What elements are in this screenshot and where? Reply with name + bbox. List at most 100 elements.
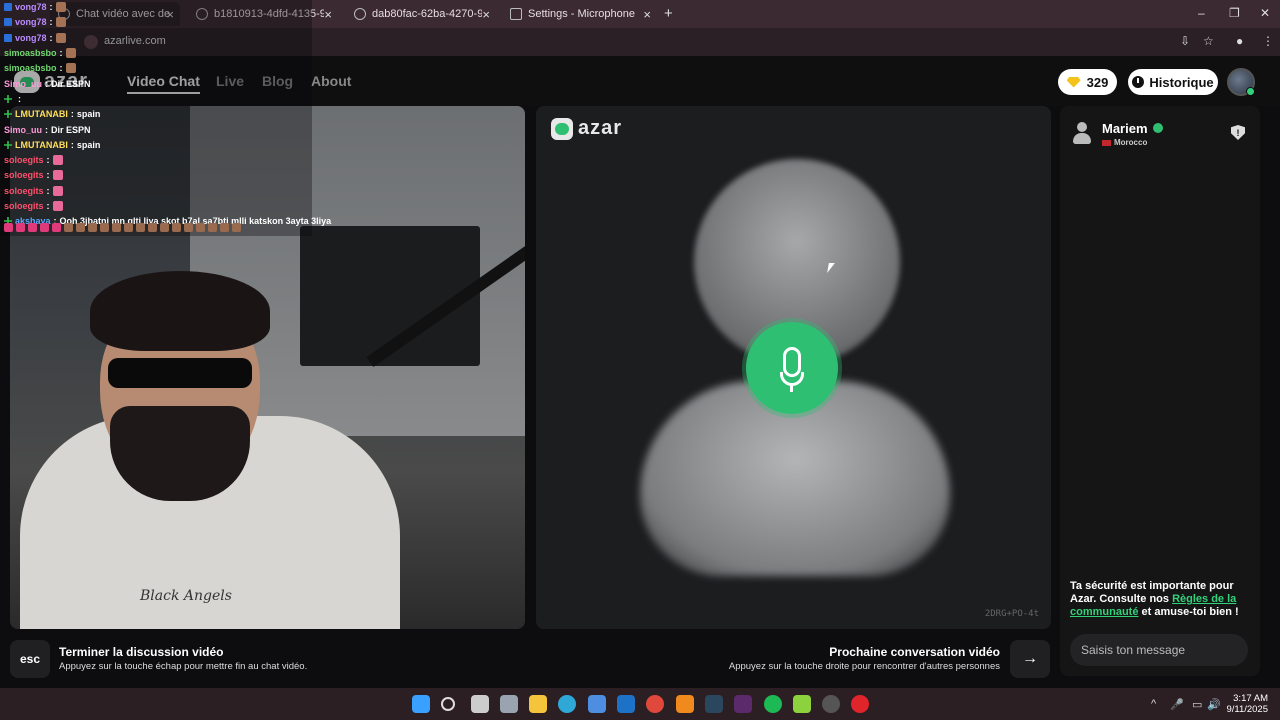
chat-badge-icon [4, 95, 12, 103]
chat-emote-icon [52, 223, 61, 232]
avatar-body [1073, 133, 1091, 144]
chat-username: soloegits [4, 201, 44, 211]
chat-emote-icon [220, 223, 229, 232]
history-button[interactable]: Historique [1128, 69, 1218, 95]
browser-menu-icon[interactable]: ⋮ [1262, 34, 1274, 48]
chat-badge-icon [4, 3, 12, 11]
chat-message: : [4, 94, 21, 104]
chat-separator: : [49, 17, 53, 27]
android-studio-icon[interactable] [793, 695, 811, 713]
nav-about[interactable]: About [311, 73, 351, 89]
chat-message: simoasbsbo: [4, 63, 76, 73]
tray-display-icon[interactable]: ▭ [1192, 698, 1202, 711]
minimize-button[interactable]: – [1198, 6, 1205, 20]
chat-text: Dir ESPN [51, 125, 91, 135]
azar-logo-icon [551, 117, 573, 140]
tab-label: Settings - Microphone [528, 8, 635, 20]
chat-separator: : [45, 79, 49, 89]
close-window-button[interactable]: ✕ [1260, 6, 1270, 20]
chat-emote-icon [172, 223, 181, 232]
chat-separator: : [46, 186, 50, 196]
chat-separator: : [59, 63, 63, 73]
chat-emote-icon [28, 223, 37, 232]
chat-message: soloegits: [4, 155, 63, 165]
opera-icon[interactable] [851, 695, 869, 713]
spotify-icon[interactable] [764, 695, 782, 713]
chat-username: soloegits [4, 186, 44, 196]
install-app-icon[interactable]: ⇩ [1180, 34, 1190, 48]
report-shield-icon[interactable]: ! [1231, 125, 1245, 140]
store-icon[interactable] [588, 695, 606, 713]
chat-emote-icon [65, 48, 76, 58]
new-tab-button[interactable]: + [664, 5, 673, 22]
morocco-flag-icon [1102, 139, 1111, 146]
start-icon[interactable] [412, 695, 430, 713]
chat-badge-icon [4, 34, 12, 42]
search-icon[interactable] [441, 697, 455, 711]
settings-icon[interactable] [500, 695, 518, 713]
tab-close-icon[interactable]: × [324, 7, 332, 22]
profile-icon[interactable]: ● [1236, 34, 1243, 48]
peer-avatar-icon [1072, 122, 1092, 146]
user-avatar[interactable] [1227, 68, 1255, 96]
tray-volume-icon[interactable]: 🔊 [1207, 698, 1221, 711]
chat-separator: : [18, 94, 21, 104]
steam-icon[interactable] [705, 695, 723, 713]
settings-gear-icon [510, 8, 522, 20]
chat-emote-icon [64, 223, 73, 232]
chat-username: vong78 [15, 33, 47, 43]
azar-logo-text: azar [578, 117, 623, 139]
chrome-icon[interactable] [646, 695, 664, 713]
remote-azar-logo: azar [551, 117, 622, 140]
tray-mic-icon[interactable]: 🎤 [1170, 698, 1184, 711]
obs-icon[interactable] [822, 695, 840, 713]
edge-icon[interactable] [558, 695, 576, 713]
remote-video: azar 2DRG+PO-4t [536, 106, 1051, 629]
chat-emote-icon [40, 223, 49, 232]
chat-emote-icon [52, 201, 63, 211]
chat-message: Simo_uu: Dir ESPN [4, 125, 91, 135]
chat-message: simoasbsbo: [4, 48, 76, 58]
chat-emote-icon [196, 223, 205, 232]
tab-close-icon[interactable]: × [643, 7, 651, 22]
chat-username: simoasbsbo [4, 63, 57, 73]
avatar-head [1077, 122, 1087, 132]
chat-emote-icon [55, 17, 66, 27]
outlook-icon[interactable] [617, 695, 635, 713]
chat-emote-icon [208, 223, 217, 232]
browser-tab-settings[interactable]: Settings - Microphone × [502, 2, 657, 26]
chat-emote-icon [55, 33, 66, 43]
message-input[interactable] [1070, 634, 1248, 666]
chat-separator: : [45, 125, 49, 135]
streamer-hair [90, 271, 270, 351]
chat-emote-icon [52, 155, 63, 165]
restore-button[interactable]: ❐ [1229, 6, 1240, 20]
file-explorer-icon[interactable] [529, 695, 547, 713]
chat-separator: : [46, 201, 50, 211]
microphone-stem-icon [790, 384, 793, 392]
browser-tab-3[interactable]: dab80fac-62ba-4270-928d-43 × [346, 2, 496, 26]
session-code: 2DRG+PO-4t [984, 609, 1039, 619]
end-chat-title: Terminer la discussion vidéo [59, 645, 224, 659]
system-clock[interactable]: 3:17 AM 9/11/2025 [1226, 693, 1268, 715]
chat-separator: : [46, 170, 50, 180]
chat-emote-icon [52, 170, 63, 180]
gem-icon [1066, 76, 1081, 88]
gems-balance-button[interactable]: 329 [1058, 69, 1117, 95]
vlc-icon[interactable] [676, 695, 694, 713]
windows-taskbar: ^ 🎤 ▭ 🔊 3:17 AM 9/11/2025 [0, 688, 1280, 720]
bookmark-star-icon[interactable]: ☆ [1203, 34, 1214, 48]
clock-time: 3:17 AM [1233, 693, 1268, 704]
peer-country-label: Morocco [1114, 138, 1148, 147]
next-icon[interactable] [734, 695, 752, 713]
tray-overflow-icon[interactable]: ^ [1151, 698, 1156, 710]
microphone-button[interactable] [746, 322, 838, 414]
chat-emote-icon [52, 186, 63, 196]
tab-close-icon[interactable]: × [482, 7, 490, 22]
task-view-icon[interactable] [471, 695, 489, 713]
chat-username: vong78 [15, 2, 47, 12]
chat-emote-icon [148, 223, 157, 232]
tab-favicon-icon [354, 8, 366, 20]
next-chat-button[interactable]: → [1010, 640, 1050, 678]
esc-end-button[interactable]: esc [10, 640, 50, 678]
